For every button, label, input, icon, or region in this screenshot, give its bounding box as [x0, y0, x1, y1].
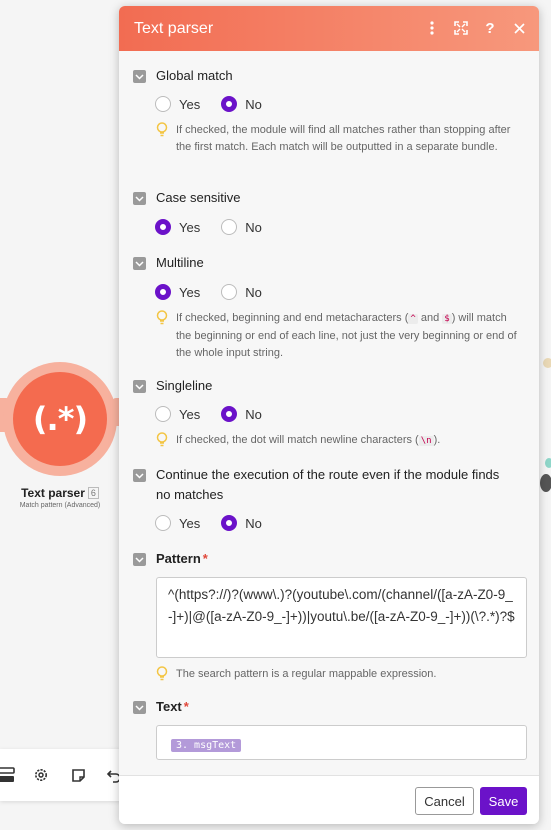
continue-execution-no-radio[interactable] [221, 515, 238, 531]
chevron-down-icon[interactable] [133, 192, 146, 205]
cancel-button[interactable]: Cancel [415, 787, 474, 815]
code-caret: ^ [408, 314, 418, 324]
chevron-down-icon[interactable] [133, 70, 146, 83]
continue-execution-yes-radio[interactable] [155, 515, 171, 531]
global-match-no-radio[interactable] [221, 96, 238, 112]
module-subtitle: Match pattern (Advanced) [19, 502, 101, 509]
save-button[interactable]: Save [480, 787, 527, 815]
settings-icon[interactable] [31, 765, 51, 785]
radio-label-yes: Yes [179, 96, 201, 112]
pattern-hint: The search pattern is a regular mappable… [156, 666, 521, 683]
note-icon[interactable] [68, 765, 88, 785]
panel-header: Text parser ? [119, 6, 539, 51]
hint-text: If checked, beginning and end metacharac… [176, 310, 521, 362]
pattern-input[interactable]: ^(https?://)?(www\.)?(youtube\.com/(chan… [156, 577, 527, 658]
radio-label-yes: Yes [179, 219, 201, 235]
chevron-down-icon[interactable] [133, 469, 146, 482]
hint-text-part: If checked, beginning and end metacharac… [176, 312, 409, 324]
lightbulb-icon [156, 122, 168, 137]
code-dollar: $ [442, 314, 452, 324]
radio-label-no: No [245, 406, 262, 422]
singleline-radio-group: Yes No [155, 406, 283, 422]
layout-icon[interactable] [0, 765, 16, 785]
case-sensitive-no-radio[interactable] [221, 219, 238, 235]
section-pattern[interactable]: Pattern * [133, 549, 208, 569]
chevron-down-icon[interactable] [133, 380, 146, 393]
section-global-match[interactable]: Global match [133, 68, 233, 86]
section-case-sensitive[interactable]: Case sensitive [133, 190, 241, 208]
lightbulb-icon [156, 666, 168, 681]
canvas-node-peek [543, 358, 551, 368]
text-parser-panel: Text parser ? Global match Yes No If che… [119, 6, 539, 824]
case-sensitive-label: Case sensitive [156, 190, 241, 205]
hint-text: If checked, the module will find all mat… [176, 124, 511, 153]
code-newline: \n [418, 436, 434, 446]
panel-footer: Cancel Save [119, 775, 539, 824]
multiline-yes-radio[interactable] [155, 284, 171, 300]
module-circle[interactable]: (.*) [13, 372, 107, 466]
section-text[interactable]: Text * [133, 697, 189, 717]
hint-text-part: ). [433, 434, 441, 446]
singleline-label: Singleline [156, 378, 213, 393]
multiline-hint: If checked, beginning and end metacharac… [156, 310, 521, 362]
section-multiline[interactable]: Multiline [133, 255, 204, 273]
global-match-yes-radio[interactable] [155, 96, 171, 112]
lightbulb-icon [156, 310, 168, 325]
radio-label-no: No [245, 96, 262, 112]
canvas-node-peek [545, 458, 551, 468]
canvas-toolbar [0, 749, 125, 801]
singleline-yes-radio[interactable] [155, 406, 171, 422]
module-id-badge: 6 [87, 487, 99, 499]
maximize-icon[interactable] [451, 18, 471, 38]
case-sensitive-radio-group: Yes No [155, 219, 283, 235]
global-match-label: Global match [156, 68, 233, 83]
text-label-text: Text [156, 699, 182, 714]
global-match-radio-group: Yes No [155, 96, 283, 112]
radio-label-yes: Yes [179, 515, 201, 531]
chevron-down-icon[interactable] [133, 257, 146, 270]
chevron-down-icon[interactable] [133, 701, 146, 714]
singleline-hint: If checked, the dot will match newline c… [156, 432, 521, 450]
panel-title: Text parser [134, 19, 214, 37]
hint-text-part: and [417, 312, 443, 324]
continue-execution-label: Continue the execution of the route even… [156, 467, 500, 502]
text-parser-module-node[interactable]: (.*) [0, 360, 125, 476]
required-asterisk: * [202, 551, 208, 566]
multiline-radio-group: Yes No [155, 284, 283, 300]
singleline-no-radio[interactable] [221, 406, 238, 422]
close-icon[interactable] [509, 18, 529, 38]
help-icon[interactable]: ? [480, 18, 500, 38]
module-title: Text parser [21, 486, 85, 500]
multiline-no-radio[interactable] [221, 284, 238, 300]
radio-label-yes: Yes [179, 284, 201, 300]
section-continue-execution[interactable]: Continue the execution of the route even… [133, 467, 513, 505]
section-singleline[interactable]: Singleline [133, 378, 213, 396]
case-sensitive-yes-radio[interactable] [155, 219, 171, 235]
hint-text-part: If checked, the dot will match newline c… [176, 434, 419, 446]
pattern-label-text: Pattern [156, 551, 201, 566]
chevron-down-icon[interactable] [133, 553, 146, 566]
text-label: Text * [156, 697, 189, 717]
canvas-node-peek [540, 474, 551, 492]
mapped-variable-pill[interactable]: 3. msgText [171, 739, 242, 752]
regex-icon: (.*) [32, 400, 88, 438]
radio-label-no: No [245, 515, 262, 531]
radio-label-no: No [245, 219, 262, 235]
module-title-row: Text parser 6 [0, 484, 120, 502]
lightbulb-icon [156, 432, 168, 447]
multiline-label: Multiline [156, 255, 204, 270]
hint-text: If checked, the dot will match newline c… [176, 432, 440, 450]
required-asterisk: * [183, 699, 189, 714]
continue-execution-radio-group: Yes No [155, 515, 283, 531]
radio-label-no: No [245, 284, 262, 300]
radio-label-yes: Yes [179, 406, 201, 422]
global-match-hint: If checked, the module will find all mat… [156, 122, 521, 156]
hint-text: The search pattern is a regular mappable… [176, 668, 437, 680]
text-input[interactable]: 3. msgText [156, 725, 527, 760]
more-vertical-icon[interactable] [422, 18, 442, 38]
pattern-label: Pattern * [156, 549, 208, 569]
